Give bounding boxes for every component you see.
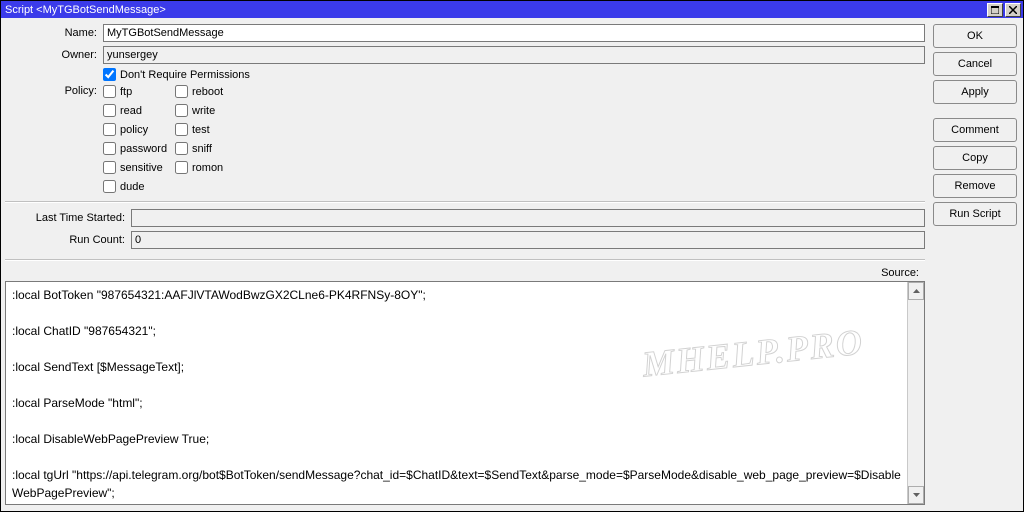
script-window: Script <MyTGBotSendMessage> Name: Owner:… xyxy=(0,0,1024,512)
label-owner: Owner: xyxy=(5,49,103,61)
policy-romon-label: romon xyxy=(192,162,223,174)
policy-sensitive-input[interactable] xyxy=(103,161,116,174)
policy-password-label: password xyxy=(120,143,167,155)
apply-button[interactable]: Apply xyxy=(933,80,1017,104)
policy-dude-label: dude xyxy=(120,181,144,193)
row-name: Name: xyxy=(5,24,925,42)
spacer xyxy=(933,108,1017,114)
maximize-icon[interactable] xyxy=(987,3,1003,17)
policy-col-1: ftp read policy password sensitive dude xyxy=(103,85,175,193)
titlebar-text: Script <MyTGBotSendMessage> xyxy=(5,4,985,16)
policy-policy[interactable]: policy xyxy=(103,123,175,136)
scroll-track[interactable] xyxy=(908,300,924,486)
source-textarea[interactable]: :local BotToken "987654321:AAFJlVTAWodBw… xyxy=(6,282,907,504)
policy-sniff[interactable]: sniff xyxy=(175,142,247,155)
close-icon[interactable] xyxy=(1005,3,1021,17)
remove-button[interactable]: Remove xyxy=(933,174,1017,198)
dont-require-checkbox[interactable]: Don't Require Permissions xyxy=(103,68,250,81)
policy-password-input[interactable] xyxy=(103,142,116,155)
button-column: OK Cancel Apply Comment Copy Remove Run … xyxy=(933,18,1023,511)
ok-button[interactable]: OK xyxy=(933,24,1017,48)
policy-read-label: read xyxy=(120,105,142,117)
run-count-input xyxy=(131,231,925,249)
row-run-count: Run Count: xyxy=(5,231,925,249)
policy-reboot-input[interactable] xyxy=(175,85,188,98)
policy-sensitive-label: sensitive xyxy=(120,162,163,174)
label-last-start: Last Time Started: xyxy=(5,212,131,224)
policy-reboot-label: reboot xyxy=(192,86,223,98)
policy-read-input[interactable] xyxy=(103,104,116,117)
dont-require-label: Don't Require Permissions xyxy=(120,69,250,81)
row-owner: Owner: xyxy=(5,46,925,64)
policy-romon-input[interactable] xyxy=(175,161,188,174)
form-area: Name: Owner: Don't Require Permissions P… xyxy=(1,18,933,511)
divider xyxy=(5,201,925,203)
scroll-up-icon[interactable] xyxy=(908,282,924,300)
run-script-button[interactable]: Run Script xyxy=(933,202,1017,226)
label-run-count: Run Count: xyxy=(5,234,131,246)
policy-dude-input[interactable] xyxy=(103,180,116,193)
scroll-down-icon[interactable] xyxy=(908,486,924,504)
policy-ftp[interactable]: ftp xyxy=(103,85,175,98)
titlebar[interactable]: Script <MyTGBotSendMessage> xyxy=(1,1,1023,18)
source-area: :local BotToken "987654321:AAFJlVTAWodBw… xyxy=(5,281,925,505)
divider xyxy=(5,259,925,261)
label-policy: Policy: xyxy=(5,85,103,97)
policy-write-input[interactable] xyxy=(175,104,188,117)
policy-test[interactable]: test xyxy=(175,123,247,136)
policy-sniff-label: sniff xyxy=(192,143,212,155)
scrollbar[interactable] xyxy=(907,282,924,504)
cancel-button[interactable]: Cancel xyxy=(933,52,1017,76)
label-name: Name: xyxy=(5,27,103,39)
policy-romon[interactable]: romon xyxy=(175,161,247,174)
policy-ftp-label: ftp xyxy=(120,86,132,98)
source-label-row: Source: xyxy=(5,267,925,279)
policy-password[interactable]: password xyxy=(103,142,175,155)
policy-sensitive[interactable]: sensitive xyxy=(103,161,175,174)
policy-write-label: write xyxy=(192,105,215,117)
policy-sniff-input[interactable] xyxy=(175,142,188,155)
copy-button[interactable]: Copy xyxy=(933,146,1017,170)
label-source: Source: xyxy=(881,267,919,279)
policy-write[interactable]: write xyxy=(175,104,247,117)
row-last-start: Last Time Started: xyxy=(5,209,925,227)
policy-policy-label: policy xyxy=(120,124,148,136)
policy-dude[interactable]: dude xyxy=(103,180,175,193)
policy-policy-input[interactable] xyxy=(103,123,116,136)
window-body: Name: Owner: Don't Require Permissions P… xyxy=(1,18,1023,511)
owner-input xyxy=(103,46,925,64)
policy-test-label: test xyxy=(192,124,210,136)
dont-require-input[interactable] xyxy=(103,68,116,81)
dont-require-row: Don't Require Permissions xyxy=(103,68,925,81)
name-input[interactable] xyxy=(103,24,925,42)
comment-button[interactable]: Comment xyxy=(933,118,1017,142)
last-start-input xyxy=(131,209,925,227)
policy-reboot[interactable]: reboot xyxy=(175,85,247,98)
policy-read[interactable]: read xyxy=(103,104,175,117)
policy-test-input[interactable] xyxy=(175,123,188,136)
policy-ftp-input[interactable] xyxy=(103,85,116,98)
policy-col-2: reboot write test sniff romon xyxy=(175,85,247,174)
policy-row: Policy: ftp read policy password sensitive du… xyxy=(5,85,925,193)
